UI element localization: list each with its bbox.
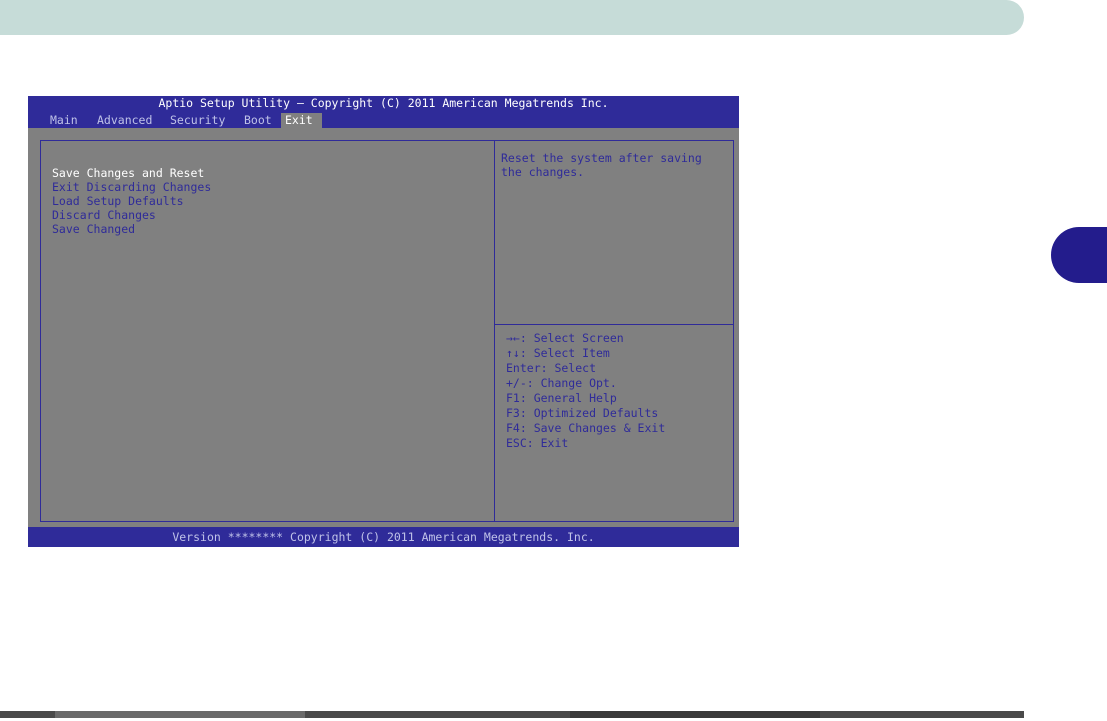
- bios-footer: Version ******** Copyright (C) 2011 Amer…: [28, 527, 739, 547]
- menu-item-exit-discarding-changes[interactable]: Exit Discarding Changes: [52, 180, 211, 194]
- key-optimized-defaults: F3: Optimized Defaults: [506, 406, 659, 420]
- tab-security[interactable]: Security: [166, 113, 229, 128]
- tab-exit[interactable]: Exit: [281, 113, 322, 128]
- key-save-exit: F4: Save Changes & Exit: [506, 421, 666, 435]
- menu-item-load-setup-defaults[interactable]: Load Setup Defaults: [52, 194, 211, 208]
- tab-boot[interactable]: Boot: [240, 113, 276, 128]
- bios-menu-bar: Main Advanced Security Boot Exit: [28, 111, 739, 128]
- key-general-help: F1: General Help: [506, 391, 617, 405]
- key-esc-exit: ESC: Exit: [506, 436, 569, 450]
- tab-advanced[interactable]: Advanced: [93, 113, 156, 128]
- bios-main-frame: Save Changes and Reset Exit Discarding C…: [40, 140, 734, 522]
- tab-main[interactable]: Main: [46, 113, 82, 128]
- page-footer-rule: [0, 711, 1024, 718]
- help-line: the changes.: [501, 165, 585, 179]
- help-description: Reset the system after saving the change…: [501, 151, 729, 179]
- key-enter: Enter: Select: [506, 361, 597, 375]
- key-select-screen: →←: Select Screen: [506, 331, 624, 345]
- menu-item-save-changes-and-reset[interactable]: Save Changes and Reset: [52, 166, 211, 180]
- key-legend: →←: Select Screen ↑↓: Select Item Enter:…: [506, 331, 665, 451]
- key-change-opt: +/-: Change Opt.: [506, 376, 617, 390]
- exit-menu-list: Save Changes and Reset Exit Discarding C…: [52, 166, 211, 236]
- help-line: Reset the system after saving: [501, 151, 702, 165]
- panel-divider: [494, 141, 495, 521]
- bios-title: Aptio Setup Utility – Copyright (C) 2011…: [28, 96, 739, 111]
- bios-screen: Aptio Setup Utility – Copyright (C) 2011…: [28, 96, 739, 547]
- page-header-bar: [0, 0, 1024, 35]
- chapter-tab-marker: [1051, 227, 1107, 283]
- help-divider: [495, 324, 733, 325]
- footer-rule-segment: [55, 711, 305, 718]
- menu-item-save-changed[interactable]: Save Changed: [52, 222, 211, 236]
- menu-item-discard-changes[interactable]: Discard Changes: [52, 208, 211, 222]
- footer-rule-segment: [570, 711, 820, 718]
- key-select-item: ↑↓: Select Item: [506, 346, 610, 360]
